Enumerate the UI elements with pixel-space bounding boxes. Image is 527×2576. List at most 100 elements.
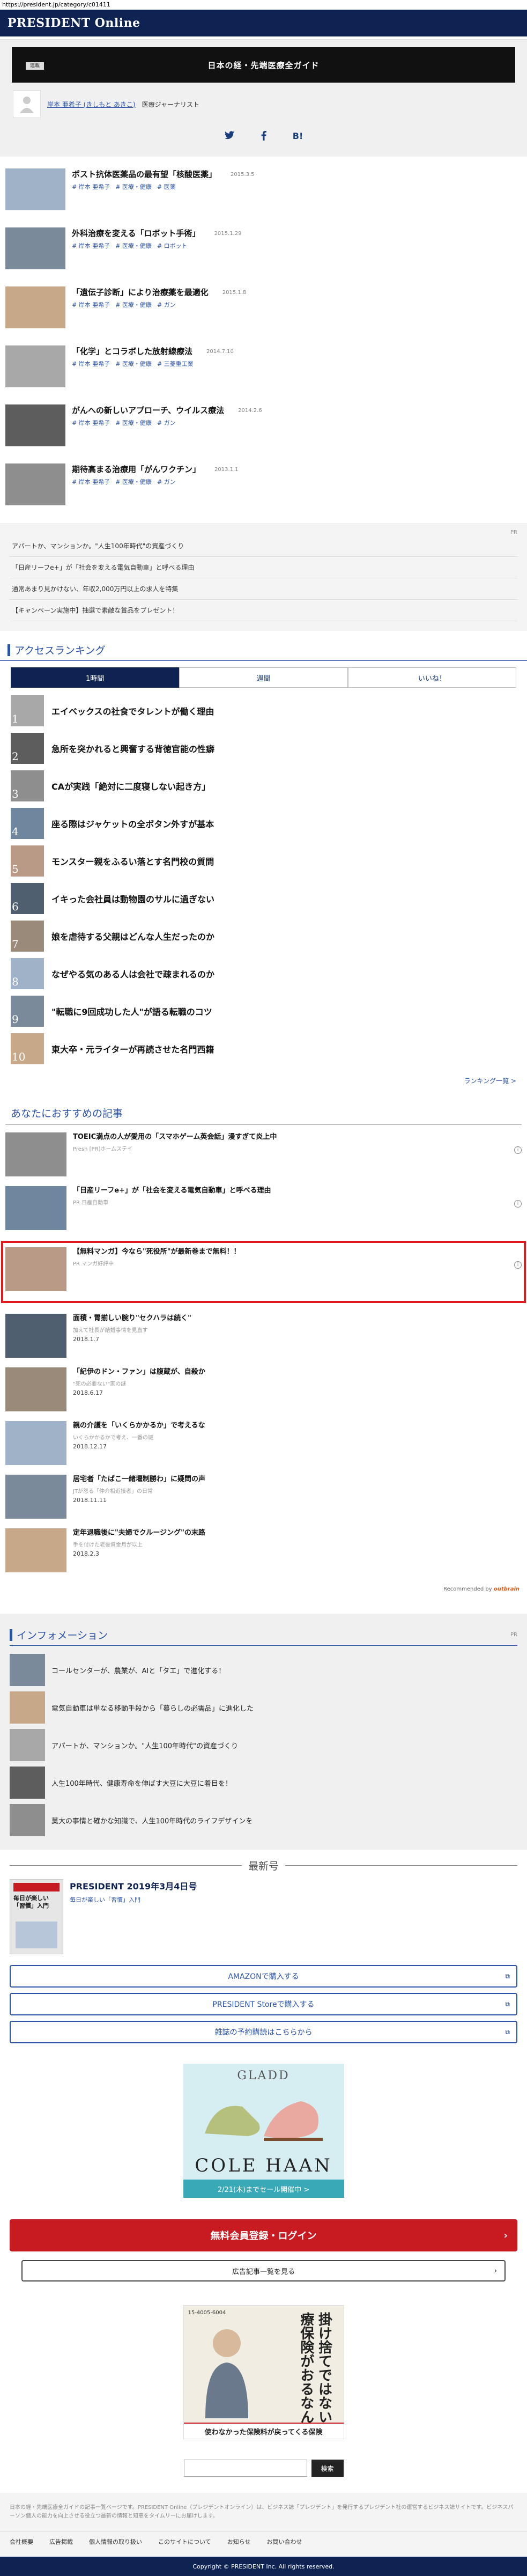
recommend-title[interactable]: 面積・胃揃しい腕り"セクハラは続く" — [73, 1314, 191, 1323]
information-title[interactable]: コールセンターが、農業が、AIと「タエ」で進化する！ — [51, 1665, 225, 1675]
cole-haan-ad[interactable]: GLADD COLE HAAN 2/21(木)までセール開催中 > — [183, 2064, 344, 2198]
ranking-thumbnail[interactable]: 7 — [11, 921, 44, 952]
recommend-item[interactable]: 親の介護を「いくらかかるか」で考えるな いくらかかるかで考え、一番の謎 2018.1… — [5, 1419, 522, 1473]
footer-link[interactable]: このサイトについて — [158, 2537, 211, 2546]
footer-link[interactable]: お知らせ — [227, 2537, 251, 2546]
ranking-thumbnail[interactable]: 4 — [11, 808, 44, 839]
article-title[interactable]: ポスト抗体医薬品の最有望「核酸医薬」 — [72, 168, 217, 180]
magazine-cover[interactable]: 毎日が楽しい「習慣」入門 — [10, 1879, 63, 1954]
ranking-item[interactable]: 7 娘を虐待する父親はどんな人生だったのか — [11, 917, 516, 955]
article-thumbnail[interactable] — [5, 286, 65, 328]
article-item[interactable]: がんへの新しいアプローチ、ウイルス療法 2014.2.6 # 岸本 亜希子 # 医療・… — [5, 400, 522, 459]
tag-link[interactable]: # 医療・健康 — [115, 301, 152, 308]
recommend-item[interactable]: 【無料マンガ】今なら"死役所"が最新巻まで無料！！ PR マンガ好評中 i — [1, 1241, 526, 1303]
ranking-item[interactable]: 6 イキった会社員は動物園のサルに過ぎない — [11, 880, 516, 917]
footer-link[interactable]: 会社概要 — [10, 2537, 33, 2546]
recommend-title[interactable]: 居宅者「たばこ一緒堰制勝わ」に疑問の声 — [73, 1475, 205, 1484]
info-icon[interactable]: i — [514, 1261, 522, 1269]
ranking-thumbnail[interactable]: 9 — [11, 996, 44, 1027]
ranking-title[interactable]: モンスター親をふるい落とす名門校の質問 — [51, 855, 214, 867]
latest-issue[interactable]: 毎日が楽しい「習慣」入門 PRESIDENT 2019年3月4日号 毎日が楽しい… — [0, 1879, 527, 1960]
information-thumbnail[interactable] — [10, 1767, 45, 1799]
recommend-thumbnail[interactable] — [5, 1367, 66, 1411]
ranking-thumbnail[interactable]: 3 — [11, 770, 44, 801]
ranking-item[interactable]: 5 モンスター親をふるい落とす名門校の質問 — [11, 842, 516, 880]
recommend-thumbnail[interactable] — [5, 1475, 66, 1519]
insurance-ad[interactable]: 15-4005-6004 掛け捨てではない医療保険がおるなんて 使わなかった保険… — [183, 2305, 344, 2439]
search-input[interactable] — [183, 2460, 307, 2477]
tag-link[interactable]: # 医療・健康 — [115, 183, 152, 190]
facebook-icon[interactable] — [257, 130, 270, 143]
tag-link[interactable]: # 岸本 亜希子 — [72, 242, 110, 249]
recommend-item[interactable]: 定年退職後に"夫婦でクルージング"の末路 手を付けた老後資金月が以上 2018.2.… — [5, 1526, 522, 1580]
recommend-title[interactable]: 「紀伊のドン・ファン」は腹蔵が、自殺か — [73, 1367, 205, 1377]
ranking-item[interactable]: 8 なぜやる気のある人は会社で疎まれるのか — [11, 955, 516, 992]
information-title[interactable]: 人生100年時代、健康寿命を伸ばす大豆に大豆に着目を！ — [51, 1778, 232, 1788]
recommend-thumbnail[interactable] — [5, 1314, 66, 1358]
information-item[interactable]: 人生100年時代、健康寿命を伸ばす大豆に大豆に着目を！ — [10, 1764, 517, 1801]
information-thumbnail[interactable] — [10, 1804, 45, 1836]
recommend-thumbnail[interactable] — [5, 1132, 66, 1176]
recommend-item[interactable]: 「紀伊のドン・ファン」は腹蔵が、自殺か "死の必要ない"家の謎 2018.6.17 — [5, 1365, 522, 1419]
article-thumbnail[interactable] — [5, 463, 65, 505]
article-thumbnail[interactable] — [5, 227, 65, 269]
tag-link[interactable]: # 岸本 亜希子 — [72, 419, 110, 426]
tag-link[interactable]: # 医療・健康 — [115, 242, 152, 249]
tag-link[interactable]: # 医薬 — [157, 183, 176, 190]
ranking-title[interactable]: CAが実践「絶対に二度寝しない起き方」 — [51, 779, 210, 792]
recommend-thumbnail[interactable] — [5, 1528, 66, 1572]
site-logo[interactable]: PRESIDENT Online — [8, 16, 140, 30]
article-thumbnail[interactable] — [5, 404, 65, 446]
tab-hourly[interactable]: 1時間 — [11, 667, 180, 688]
recommend-title[interactable]: TOEIC満点の人が愛用の「スマホゲーム英会話」漫すぎて炎上中 — [73, 1132, 277, 1142]
twitter-icon[interactable] — [223, 131, 236, 143]
tag-link[interactable]: # 医療・健康 — [115, 479, 152, 485]
information-title[interactable]: 莫大の事情と確かな知識で、人生100年時代のライフデザインを — [51, 1815, 253, 1826]
recommend-title[interactable]: 「日産リーフe+」が「社会を変える電気自動車」と呼べる理由 — [73, 1186, 271, 1196]
information-item[interactable]: コールセンターが、農業が、AIと「タエ」で進化する！ — [10, 1651, 517, 1689]
information-item[interactable]: 電気自動車は単なる移動手段から「暮らしの必需品」に進化した — [10, 1689, 517, 1726]
article-item[interactable]: 「化学」とコラボした放射線療法 2014.7.10 # 岸本 亜希子 # 医療・健康 #… — [5, 341, 522, 400]
buy-amazon-button[interactable]: AMAZONで購入する ⧉ — [10, 1965, 517, 1988]
tag-link[interactable]: # 医療・健康 — [115, 360, 152, 367]
tag-link[interactable]: # 岸本 亜希子 — [72, 479, 110, 485]
tab-likes[interactable]: いいね！ — [347, 667, 516, 688]
ad-article-list-button[interactable]: 広告記事一覧を見る › — [21, 2260, 506, 2281]
pr-link[interactable]: 「日産リーフe+」が「社会を変える電気自動車」と呼べる理由 — [10, 557, 517, 578]
recommend-item[interactable]: TOEIC満点の人が愛用の「スマホゲーム英会話」漫すぎて炎上中 Presh [PR… — [5, 1130, 522, 1184]
tab-weekly[interactable]: 週間 — [179, 667, 348, 688]
article-title[interactable]: 期待高まる治療用「がんワクチン」 — [72, 463, 201, 475]
recommend-item[interactable]: 「日産リーフe+」が「社会を変える電気自動車」と呼べる理由 PR 日産自動車 i — [5, 1184, 522, 1238]
tag-link[interactable]: # ガン — [157, 419, 176, 426]
ranking-title[interactable]: 急所を突かれると興奮する背徳官能の性癖 — [51, 742, 214, 755]
article-title[interactable]: がんへの新しいアプローチ、ウイルス療法 — [72, 404, 224, 416]
tag-link[interactable]: # 岸本 亜希子 — [72, 301, 110, 308]
ranking-item[interactable]: 3 CAが実践「絶対に二度寝しない起き方」 — [11, 767, 516, 805]
recommend-title[interactable]: 定年退職後に"夫婦でクルージング"の末路 — [73, 1528, 205, 1538]
subscribe-button[interactable]: 雑誌の予約購読はこちらから ⧉ — [10, 2021, 517, 2043]
recommend-title[interactable]: 親の介護を「いくらかかるか」で考えるな — [73, 1421, 205, 1431]
ranking-title[interactable]: イキった会社員は動物園のサルに過ぎない — [51, 892, 214, 905]
pr-link[interactable]: 通常あまり見かけない、年収2,000万円以上の求人を特集 — [10, 578, 517, 600]
ranking-title[interactable]: 娘を虐待する父親はどんな人生だったのか — [51, 930, 214, 943]
ranking-thumbnail[interactable]: 1 — [11, 695, 44, 726]
ranking-thumbnail[interactable]: 5 — [11, 845, 44, 877]
tag-link[interactable]: # ガン — [157, 301, 176, 308]
recommend-thumbnail[interactable] — [5, 1421, 66, 1465]
ranking-thumbnail[interactable]: 10 — [11, 1033, 44, 1064]
footer-link[interactable]: 個人情報の取り扱い — [89, 2537, 142, 2546]
information-thumbnail[interactable] — [10, 1691, 45, 1724]
ranking-title[interactable]: エイベックスの社食でタレントが働く理由 — [51, 704, 214, 717]
recommend-title[interactable]: 【無料マンガ】今なら"死役所"が最新巻まで無料！！ — [73, 1247, 241, 1257]
tag-link[interactable]: # ガン — [157, 479, 176, 485]
info-icon[interactable]: i — [514, 1200, 522, 1208]
info-icon[interactable]: i — [514, 1146, 522, 1154]
ranking-item[interactable]: 10 東大卒・元ライターが再読させた名門西籍 — [11, 1030, 516, 1068]
ranking-thumbnail[interactable]: 6 — [11, 883, 44, 914]
tag-link[interactable]: # ロボット — [157, 242, 188, 249]
ranking-title[interactable]: 座る際はジャケットの全ボタン外すが基本 — [51, 817, 214, 830]
ranking-item[interactable]: 9 "転職に9回成功した人"が語る転職のコツ — [11, 992, 516, 1030]
ranking-item[interactable]: 4 座る際はジャケットの全ボタン外すが基本 — [11, 805, 516, 842]
article-title[interactable]: 「遺伝子診断」により治療薬を最適化 — [72, 286, 209, 298]
tag-link[interactable]: # 岸本 亜希子 — [72, 183, 110, 190]
